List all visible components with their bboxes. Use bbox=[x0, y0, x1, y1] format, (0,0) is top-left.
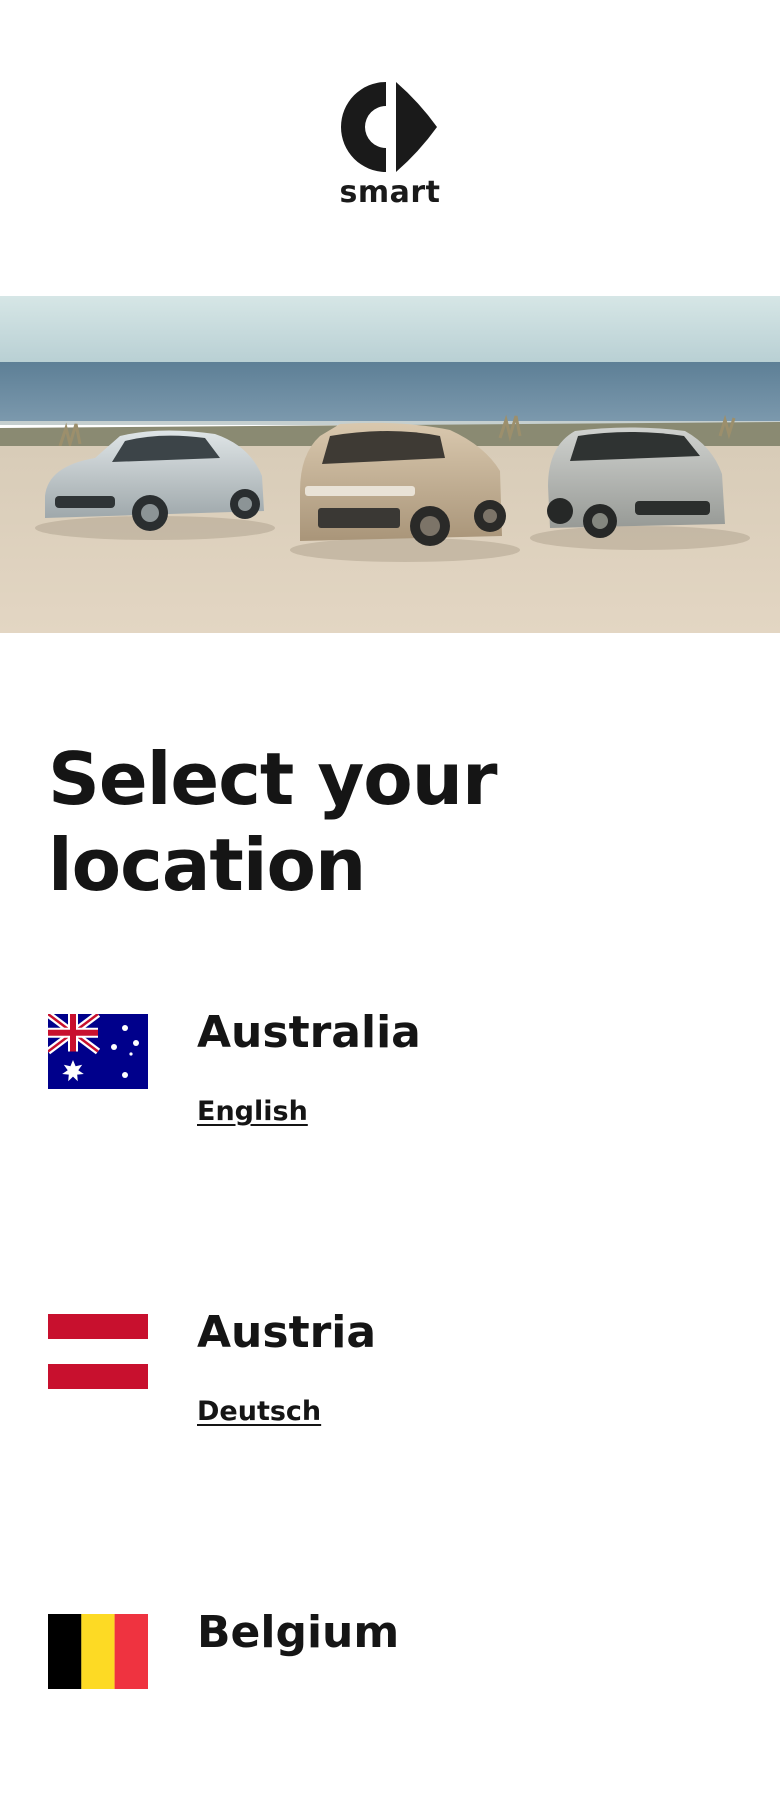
page-title: Select your location bbox=[48, 737, 498, 907]
country-name: Australia bbox=[197, 1007, 421, 1058]
country-name: Austria bbox=[197, 1307, 377, 1358]
hero-image bbox=[0, 296, 780, 633]
country-item-austria: Austria Deutsch bbox=[0, 1307, 780, 1514]
country-name: Belgium bbox=[197, 1607, 400, 1658]
australia-flag-icon bbox=[48, 1014, 148, 1089]
belgium-flag-icon bbox=[48, 1614, 148, 1689]
language-link-deutsch[interactable]: Deutsch bbox=[197, 1394, 321, 1430]
austria-flag-icon bbox=[48, 1314, 148, 1389]
language-link-english[interactable]: English bbox=[197, 1094, 308, 1130]
country-item-belgium: Belgium bbox=[0, 1607, 780, 1814]
country-item-australia: Australia English bbox=[0, 1007, 780, 1214]
brand-wordmark: smart bbox=[339, 175, 441, 210]
smart-logo-icon[interactable] bbox=[341, 80, 439, 174]
header: smart bbox=[0, 0, 780, 296]
